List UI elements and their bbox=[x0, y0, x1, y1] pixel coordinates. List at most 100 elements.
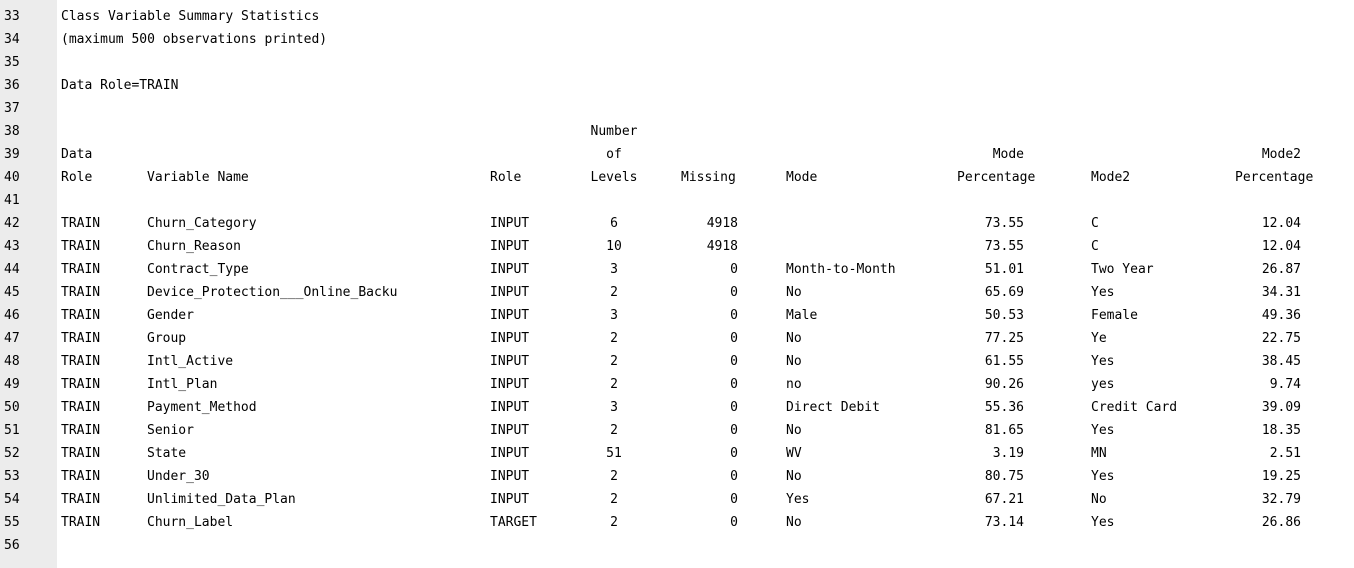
cell-role: INPUT bbox=[490, 400, 530, 415]
cell-variable-name: Churn_Reason bbox=[147, 239, 241, 254]
report-title: Class Variable Summary Statistics bbox=[61, 9, 320, 24]
line-number: 40 bbox=[4, 170, 20, 185]
cell-variable-name: Under_30 bbox=[147, 469, 210, 484]
cell-data-role: TRAIN bbox=[61, 469, 101, 484]
cell-levels: 2 bbox=[610, 492, 618, 507]
cell-variable-name: Payment_Method bbox=[147, 400, 257, 415]
header-missing: Missing bbox=[681, 170, 736, 185]
cell-mode-percentage: 61.55 bbox=[984, 354, 1024, 369]
blank-line: 41 bbox=[0, 189, 1354, 212]
cell-mode2: Two Year bbox=[1091, 262, 1154, 277]
cell-variable-name: Intl_Plan bbox=[147, 377, 218, 392]
cell-data-role: TRAIN bbox=[61, 515, 101, 530]
cell-mode2-percentage: 2.51 bbox=[1269, 446, 1301, 461]
line-number: 46 bbox=[4, 308, 20, 323]
cell-missing: 0 bbox=[730, 469, 738, 484]
cell-mode: No bbox=[786, 423, 802, 438]
cell-mode2-percentage: 34.31 bbox=[1261, 285, 1301, 300]
cell-variable-name: Contract_Type bbox=[147, 262, 249, 277]
line-number: 54 bbox=[4, 492, 20, 507]
cell-levels: 51 bbox=[606, 446, 622, 461]
cell-levels: 2 bbox=[610, 285, 618, 300]
cell-mode-percentage: 65.69 bbox=[984, 285, 1024, 300]
header-of: of bbox=[606, 147, 622, 162]
cell-mode-percentage: 80.75 bbox=[984, 469, 1024, 484]
line-number: 45 bbox=[4, 285, 20, 300]
cell-mode: WV bbox=[786, 446, 802, 461]
cell-role: INPUT bbox=[490, 492, 530, 507]
cell-missing: 0 bbox=[730, 285, 738, 300]
cell-variable-name: Churn_Category bbox=[147, 216, 257, 231]
cell-missing: 4918 bbox=[706, 239, 738, 254]
cell-levels: 3 bbox=[610, 400, 618, 415]
cell-mode: no bbox=[786, 377, 802, 392]
cell-mode-percentage: 67.21 bbox=[984, 492, 1024, 507]
cell-mode2: Yes bbox=[1091, 515, 1115, 530]
report-subtitle: (maximum 500 observations printed) bbox=[61, 32, 328, 47]
cell-role: INPUT bbox=[490, 423, 530, 438]
table-row: 49 TRAIN Intl_Plan INPUT 2 0 no 90.26 yes 9.74 bbox=[0, 373, 1354, 396]
cell-role: INPUT bbox=[490, 308, 530, 323]
cell-mode2: Yes bbox=[1091, 469, 1115, 484]
cell-data-role: TRAIN bbox=[61, 308, 101, 323]
cell-mode2-percentage: 12.04 bbox=[1261, 239, 1301, 254]
cell-levels: 2 bbox=[610, 515, 618, 530]
cell-levels: 2 bbox=[610, 331, 618, 346]
cell-mode2: Yes bbox=[1091, 423, 1115, 438]
cell-mode-percentage: 90.26 bbox=[984, 377, 1024, 392]
line-number: 42 bbox=[4, 216, 20, 231]
header-data-role: Role bbox=[61, 170, 93, 185]
header-mode-percentage: Percentage bbox=[957, 170, 1036, 185]
cell-data-role: TRAIN bbox=[61, 216, 101, 231]
header-role: Role bbox=[490, 170, 522, 185]
cell-variable-name: Device_Protection___Online_Backu bbox=[147, 285, 398, 300]
cell-mode: No bbox=[786, 285, 802, 300]
table-row: 45 TRAIN Device_Protection___Online_Backu I… bbox=[0, 281, 1354, 304]
cell-mode-percentage: 73.14 bbox=[984, 515, 1024, 530]
title-line: 33 Class Variable Summary Statistics bbox=[0, 5, 1354, 28]
cell-data-role: TRAIN bbox=[61, 239, 101, 254]
cell-data-role: TRAIN bbox=[61, 331, 101, 346]
cell-mode2: C bbox=[1091, 216, 1099, 231]
cell-variable-name: State bbox=[147, 446, 187, 461]
cell-variable-name: Churn_Label bbox=[147, 515, 234, 530]
header-mode: Mode bbox=[786, 170, 818, 185]
cell-data-role: TRAIN bbox=[61, 262, 101, 277]
cell-missing: 0 bbox=[730, 492, 738, 507]
cell-missing: 0 bbox=[730, 400, 738, 415]
cell-mode2: Yes bbox=[1091, 285, 1115, 300]
cell-role: INPUT bbox=[490, 469, 530, 484]
table-row: 47 TRAIN Group INPUT 2 0 No 77.25 Ye 22.75 bbox=[0, 327, 1354, 350]
cell-mode2-percentage: 9.74 bbox=[1269, 377, 1301, 392]
cell-mode2: Ye bbox=[1091, 331, 1107, 346]
cell-levels: 10 bbox=[606, 239, 622, 254]
line-number: 53 bbox=[4, 469, 20, 484]
cell-mode: No bbox=[786, 469, 802, 484]
line-number: 52 bbox=[4, 446, 20, 461]
cell-missing: 0 bbox=[730, 331, 738, 346]
line-number: 38 bbox=[4, 124, 20, 139]
cell-role: INPUT bbox=[490, 239, 530, 254]
cell-mode2-percentage: 38.45 bbox=[1261, 354, 1301, 369]
cell-mode: No bbox=[786, 515, 802, 530]
cell-mode-percentage: 77.25 bbox=[984, 331, 1024, 346]
cell-data-role: TRAIN bbox=[61, 423, 101, 438]
cell-role: INPUT bbox=[490, 331, 530, 346]
line-number: 51 bbox=[4, 423, 20, 438]
cell-mode2: Credit Card bbox=[1091, 400, 1178, 415]
cell-data-role: TRAIN bbox=[61, 377, 101, 392]
header-mode2-top: Mode2 bbox=[1261, 147, 1301, 162]
line-number: 34 bbox=[4, 32, 20, 47]
cell-data-role: TRAIN bbox=[61, 400, 101, 415]
header-line-2: 39 Data of Mode Mode2 bbox=[0, 143, 1354, 166]
header-mode-top: Mode bbox=[992, 147, 1024, 162]
line-number: 49 bbox=[4, 377, 20, 392]
line-number: 36 bbox=[4, 78, 20, 93]
data-role-line: 36 Data Role=TRAIN bbox=[0, 74, 1354, 97]
cell-mode2: Female bbox=[1091, 308, 1138, 323]
cell-missing: 0 bbox=[730, 446, 738, 461]
cell-missing: 0 bbox=[730, 423, 738, 438]
header-line-1: 38 Number bbox=[0, 120, 1354, 143]
cell-mode: No bbox=[786, 354, 802, 369]
header-line-3: 40 Role Variable Name Role Levels Missin… bbox=[0, 166, 1354, 189]
